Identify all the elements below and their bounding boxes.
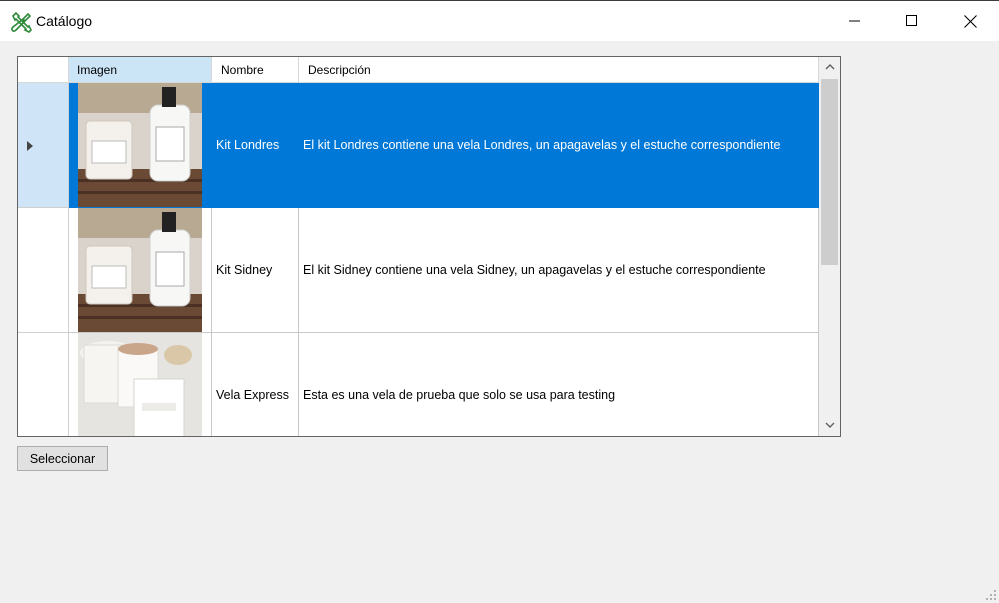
image-cell[interactable] <box>69 83 212 208</box>
candle-kit-photo <box>78 208 202 332</box>
descripcion-cell[interactable]: El kit Londres contiene una vela Londres… <box>299 83 819 208</box>
resize-grip-icon[interactable] <box>985 589 997 601</box>
candles-photo <box>78 333 202 436</box>
maximize-button[interactable] <box>883 2 941 40</box>
image-cell[interactable] <box>69 208 212 333</box>
image-cell[interactable] <box>69 333 212 436</box>
nombre-cell[interactable]: Vela Express <box>212 333 299 436</box>
minimize-icon <box>849 20 860 22</box>
scroll-up-button[interactable] <box>819 57 840 77</box>
chevron-up-icon <box>825 64 834 70</box>
descripcion-cell[interactable]: El kit Sidney contiene una vela Sidney, … <box>299 208 819 333</box>
close-button[interactable] <box>941 2 999 40</box>
row-header[interactable] <box>18 208 69 333</box>
title-bar: Catálogo <box>0 0 999 41</box>
column-header-descripcion[interactable]: Descripción <box>299 57 819 83</box>
window-title: Catálogo <box>36 13 93 29</box>
close-icon <box>963 14 977 28</box>
tools-icon <box>11 11 32 33</box>
chevron-down-icon <box>825 422 834 428</box>
vertical-scrollbar[interactable] <box>819 57 840 436</box>
maximize-icon <box>906 15 917 26</box>
seleccionar-button[interactable]: Seleccionar <box>17 446 108 471</box>
column-header-nombre[interactable]: Nombre <box>212 57 299 83</box>
nombre-cell[interactable]: Kit Sidney <box>212 208 299 333</box>
minimize-button[interactable] <box>826 2 884 40</box>
candle-kit-photo <box>78 83 202 207</box>
grid-corner-header[interactable] <box>18 57 69 83</box>
row-header[interactable] <box>18 333 69 436</box>
scrollbar-thumb[interactable] <box>821 79 838 265</box>
descripcion-cell[interactable]: Esta es una vela de prueba que solo se u… <box>299 333 819 436</box>
catalog-grid[interactable]: Imagen Nombre Descripción Kit Londres El… <box>17 56 841 437</box>
row-header[interactable] <box>18 83 69 208</box>
nombre-cell[interactable]: Kit Londres <box>212 83 299 208</box>
scroll-down-button[interactable] <box>819 415 840 435</box>
current-row-arrow-icon <box>27 141 33 151</box>
column-header-imagen[interactable]: Imagen <box>69 57 212 83</box>
